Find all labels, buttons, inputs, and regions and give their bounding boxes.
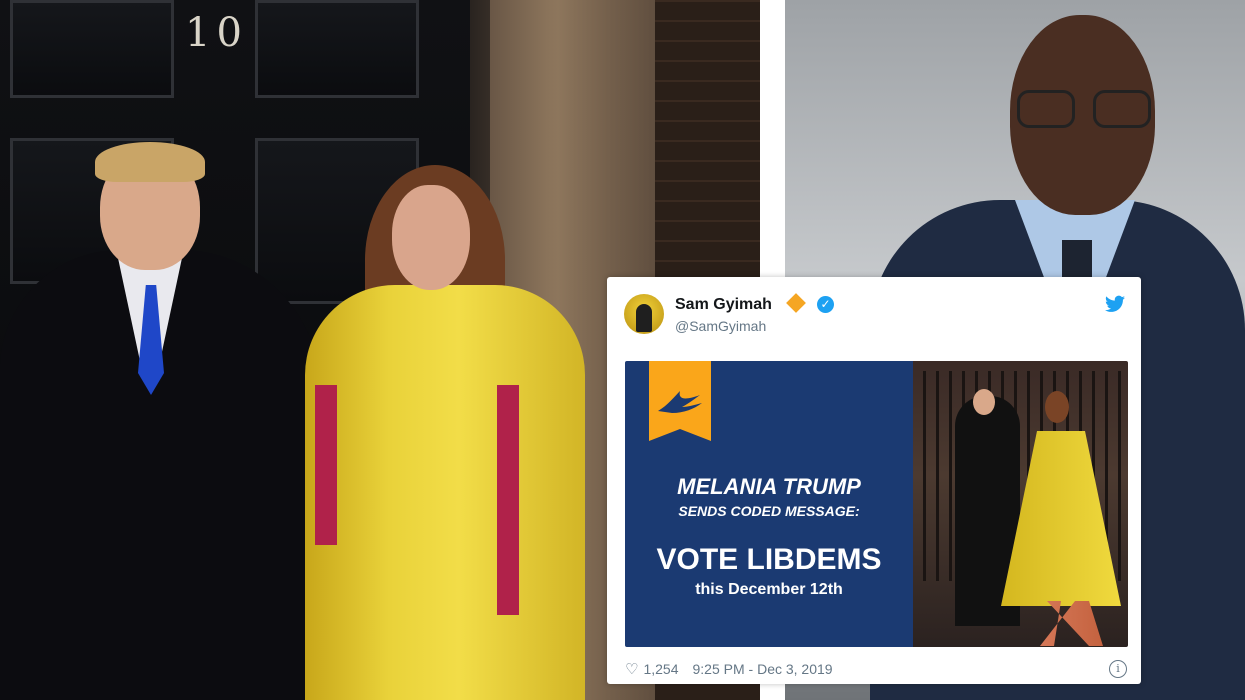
man-head (973, 389, 995, 415)
woman-head (1045, 391, 1069, 423)
twitter-bird-icon[interactable] (1105, 295, 1125, 313)
author-name[interactable]: Sam Gyimah (675, 296, 772, 314)
verified-badge-icon: ✓ (817, 296, 834, 313)
door-panel (255, 0, 419, 98)
woman-legs (1040, 601, 1103, 646)
headline-line-1: MELANIA TRUMP (677, 474, 861, 499)
door-number: 10 (185, 10, 248, 56)
dark-tie (1062, 240, 1092, 280)
timestamp[interactable]: 9:25 PM - Dec 3, 2019 (693, 661, 833, 677)
heart-icon[interactable]: ♡ (625, 660, 638, 678)
woman-face (392, 185, 470, 290)
headline-line-2: SENDS CODED MESSAGE: (678, 503, 860, 519)
avatar[interactable] (624, 294, 664, 334)
man-hair (95, 142, 205, 182)
campaign-graphic: MELANIA TRUMP SENDS CODED MESSAGE: VOTE … (625, 361, 913, 647)
author-handle[interactable]: @SamGyimah (675, 318, 766, 334)
pink-sleeve-right (497, 385, 519, 615)
tweet-card[interactable]: Sam Gyimah ✓ @SamGyimah MELANIA TRUMP SE… (607, 277, 1141, 684)
pink-sleeve-left (315, 385, 337, 545)
inset-photo (913, 361, 1128, 647)
tweet-image[interactable]: MELANIA TRUMP SENDS CODED MESSAGE: VOTE … (625, 361, 1128, 647)
orange-diamond-icon (786, 293, 806, 313)
tweet-footer: ♡ 1,254 9:25 PM - Dec 3, 2019 (625, 660, 833, 678)
info-icon[interactable]: i (1109, 660, 1127, 678)
like-count[interactable]: 1,254 (643, 661, 678, 677)
yellow-cape (305, 285, 585, 700)
door-panel (10, 0, 174, 98)
headline-line-4: this December 12th (695, 581, 843, 598)
headline-line-3: VOTE LIBDEMS (656, 543, 882, 576)
glasses (1013, 90, 1153, 128)
libdem-bird-icon (658, 391, 702, 413)
